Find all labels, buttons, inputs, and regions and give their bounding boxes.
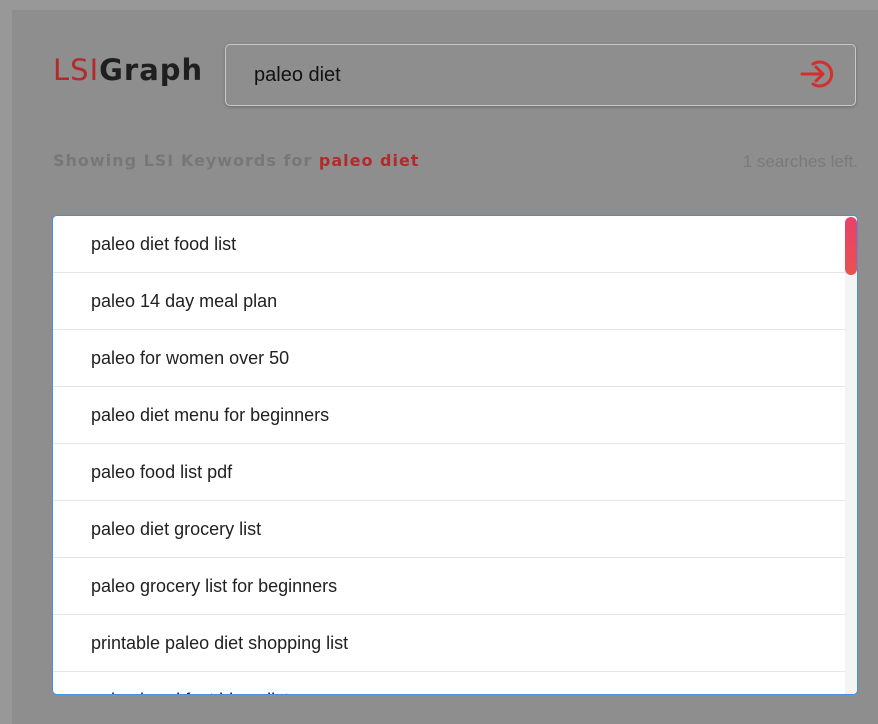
logo-lsi: LSI [53, 53, 100, 87]
logo-graph: Graph [99, 53, 204, 87]
search-input[interactable] [254, 57, 774, 93]
keyword-list: paleo diet food list paleo 14 day meal pl… [53, 216, 857, 694]
results-heading-prefix: Showing LSI Keywords for [53, 151, 313, 170]
keyword-list-item[interactable]: printable paleo diet shopping list [53, 615, 857, 672]
search-bar [225, 44, 856, 106]
keyword-list-item[interactable]: paleo for women over 50 [53, 330, 857, 387]
scrollbar-thumb[interactable] [845, 217, 857, 275]
keyword-results-list: paleo diet food list paleo 14 day meal pl… [52, 215, 858, 695]
keyword-list-item[interactable]: paleo diet menu for beginners [53, 387, 857, 444]
keyword-list-item[interactable]: paleo food list pdf [53, 444, 857, 501]
scrollbar-track[interactable] [845, 216, 857, 694]
lsigraph-logo[interactable]: LSIGraph [53, 56, 203, 85]
keyword-list-item[interactable]: paleo 14 day meal plan [53, 273, 857, 330]
keyword-list-item[interactable]: paleo diet grocery list [53, 501, 857, 558]
searches-left-counter: 1 searches left. [742, 152, 858, 171]
enter-arrow-icon [799, 57, 835, 96]
search-submit-button[interactable] [797, 57, 837, 95]
keyword-list-item[interactable]: paleo diet food list [53, 216, 857, 273]
keyword-list-item[interactable]: paleo grocery list for beginners [53, 558, 857, 615]
results-heading: Showing LSI Keywords for paleo diet [53, 151, 419, 170]
results-heading-keyword: paleo diet [318, 151, 420, 170]
keyword-list-item[interactable]: paleo breakfast ideas list [53, 672, 857, 694]
